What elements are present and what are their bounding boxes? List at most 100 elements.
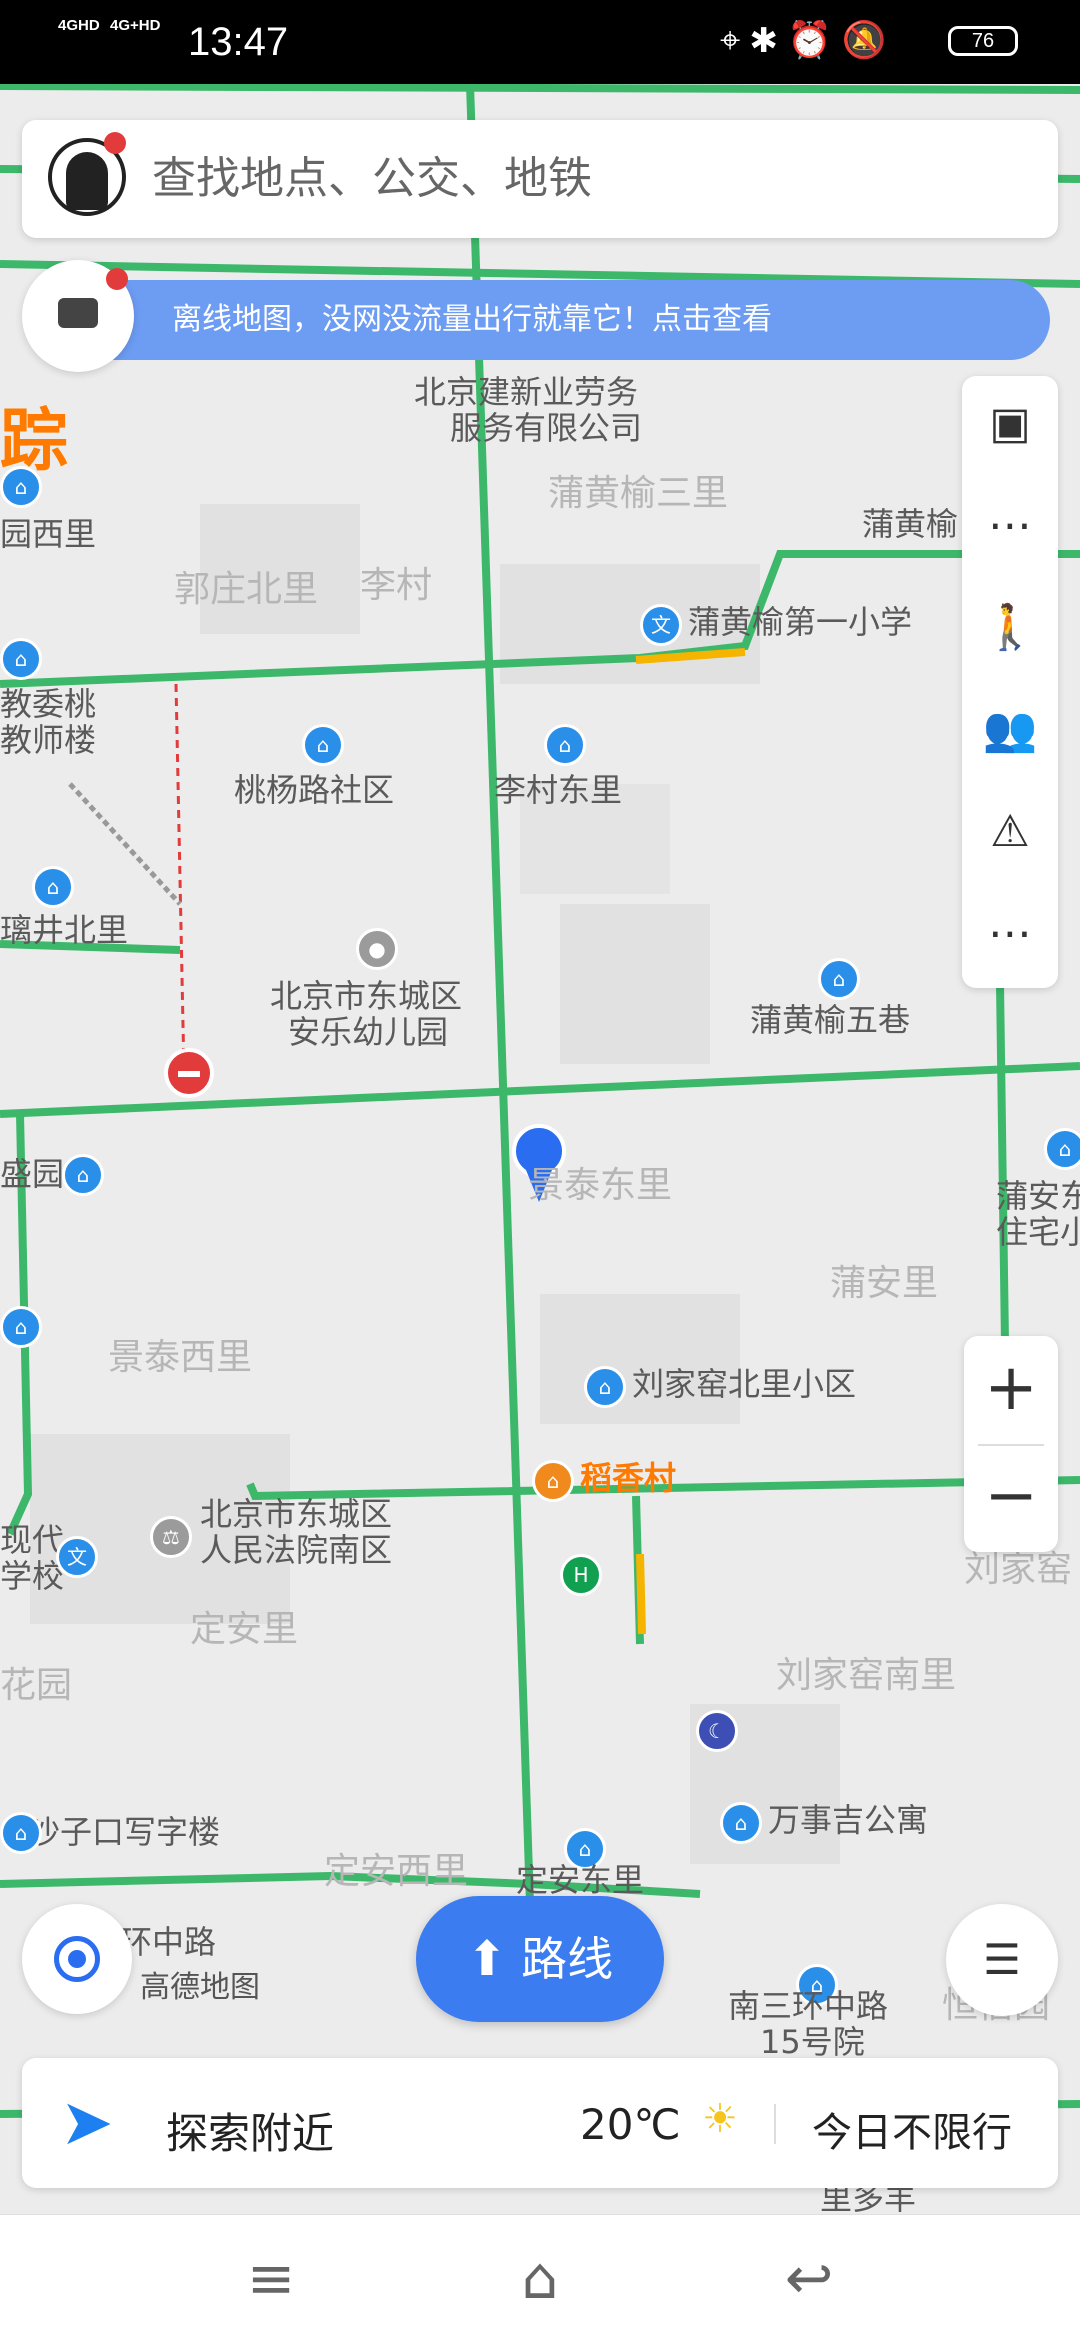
school-icon[interactable]: 文 (56, 1536, 98, 1578)
sun-icon: ☀ (702, 2096, 738, 2142)
residential-icon[interactable]: ⌂ (544, 724, 586, 766)
map-label: 刘家窑北里小区 (632, 1365, 857, 1403)
traffic-icon[interactable]: ⋯ (962, 478, 1058, 574)
residential-icon[interactable]: ⌂ (0, 1306, 42, 1348)
map-label: 蒲黄榆三里 (548, 473, 729, 514)
map-label: 景泰西里 (108, 1337, 253, 1378)
kindergarten-icon[interactable]: ● (356, 928, 398, 970)
zoom-in-button[interactable]: + (964, 1336, 1058, 1444)
system-nav-bar: ≡ ⌂ ↩ (0, 2214, 1080, 2341)
feedback-icon[interactable]: ⚠ (962, 784, 1058, 880)
map-label: 蒲黄榆 (862, 505, 959, 543)
map-label: 璃井北里 (0, 911, 129, 949)
map-label: 北京建新业劳务 (414, 373, 639, 411)
residential-icon[interactable]: ⌂ (62, 1154, 104, 1196)
bottom-bar: ➤ 探索附近 20℃ ☀ 今日不限行 (22, 2058, 1058, 2188)
locate-icon-core (68, 1950, 86, 1968)
layers-icon[interactable]: ▣ (962, 376, 1058, 472)
map-label: 沙子口写字楼 (28, 1813, 221, 1851)
map-label: 南三环中路 (728, 1987, 889, 2025)
signal-label-1: 4GHD (58, 17, 100, 34)
map-label: 住宅小 (996, 1213, 1080, 1251)
list-view-button[interactable]: ☰ (946, 1904, 1058, 2016)
map-label: 园西里 (0, 515, 97, 553)
group-travel-icon[interactable]: 👥 (962, 682, 1058, 778)
brand-name: 高德地图 (140, 1971, 260, 2004)
brand-logo: 高德地图 (140, 1962, 260, 2006)
map-label: 刘家窑 (964, 1549, 1073, 1590)
search-input[interactable]: 查找地点、公交、地铁 (152, 152, 592, 206)
arrow-up-icon: ⬆ (466, 1931, 508, 1987)
no-entry-icon (164, 1048, 214, 1098)
map-label: 服务有限公司 (450, 409, 643, 447)
map-label: 刘家窑南里 (776, 1655, 957, 1696)
map-label: 教师楼 (0, 721, 97, 759)
map-label: 稻香村 (580, 1459, 677, 1497)
residential-icon[interactable]: ⌂ (584, 1366, 626, 1408)
more-icon[interactable]: ⋯ (962, 886, 1058, 982)
signal-indicator: 4GHD (58, 18, 100, 33)
status-time: 13:47 (188, 20, 289, 64)
search-bar[interactable]: 查找地点、公交、地铁 (22, 120, 1058, 238)
back-icon[interactable]: ↩ (774, 2243, 844, 2313)
hotel-night-icon[interactable]: ☾ (696, 1710, 738, 1752)
school-icon[interactable]: 文 (640, 604, 682, 646)
map-label: 安乐幼儿园 (288, 1013, 449, 1051)
map-label: 景泰东里 (528, 1165, 673, 1206)
menu-icon[interactable]: ≡ (236, 2243, 306, 2313)
map-canvas[interactable]: 踪 北京建新业劳务 服务有限公司 蒲黄榆三里 蒲黄榆 郭庄北里 李村 文 蒲黄榆… (0, 84, 1080, 2214)
map-label: 蒲安东 (996, 1177, 1080, 1215)
map-label: 北京市东城区 (200, 1495, 393, 1533)
map-label: 定安东里 (516, 1861, 645, 1899)
notification-dot (106, 268, 128, 290)
map-label: 蒲黄榆第一小学 (688, 603, 913, 641)
court-icon[interactable]: ⚖ (150, 1516, 192, 1558)
residential-icon[interactable]: ⌂ (32, 866, 74, 908)
paper-plane-icon[interactable]: ➤ (60, 2088, 114, 2158)
zoom-out-button[interactable]: − (964, 1444, 1058, 1552)
signal-indicator-2: 4G+HD (110, 18, 160, 33)
temperature[interactable]: 20℃ (580, 2100, 681, 2149)
home-icon[interactable]: ⌂ (505, 2243, 575, 2313)
map-label: 学校 (0, 1557, 65, 1595)
notification-dot (104, 132, 126, 154)
route-label: 路线 (521, 1932, 614, 1986)
map-label: 定安西里 (324, 1851, 469, 1892)
map-label: 北京市东城区 (270, 977, 463, 1015)
map-label: 郭庄北里 (174, 569, 319, 610)
explore-nearby-button[interactable]: 探索附近 (166, 2100, 334, 2161)
traffic-limit[interactable]: 今日不限行 (812, 2100, 1012, 2158)
residential-icon[interactable]: ⌂ (0, 1812, 42, 1854)
map-label: 教委桃 (0, 685, 97, 723)
map-label: 万事吉公寓 (768, 1801, 929, 1839)
residential-icon[interactable]: ⌂ (1044, 1128, 1080, 1170)
offline-map-banner[interactable]: 离线地图，没网没流量出行就靠它！点击查看 (110, 280, 1050, 360)
map-label: 李村东里 (494, 771, 623, 809)
map-label: 李村 (360, 565, 433, 606)
bakery-icon[interactable]: ⌂ (532, 1460, 574, 1502)
residential-icon[interactable]: ⌂ (0, 638, 42, 680)
map-label: 蒲安里 (830, 1263, 939, 1304)
residential-icon[interactable]: ⌂ (720, 1802, 762, 1844)
map-label: 蒲黄榆五巷 (750, 1001, 911, 1039)
residential-icon[interactable]: ⌂ (818, 958, 860, 1000)
hotel-icon[interactable]: H (560, 1554, 602, 1596)
route-button[interactable]: ⬆ 路线 (416, 1896, 664, 2022)
map-label: 定安里 (190, 1609, 299, 1650)
walking-guide-icon[interactable]: 🚶 (962, 580, 1058, 676)
battery-indicator: 76 (948, 26, 1018, 56)
message-icon (58, 298, 98, 328)
map-toolbar: ▣ ⋯ 🚶 👥 ⚠ ⋯ (962, 376, 1058, 988)
signal-label-2: 4G+HD (110, 17, 161, 34)
map-label: 人民法院南区 (200, 1531, 393, 1569)
locate-button[interactable] (22, 1904, 132, 2014)
map-label: 花园 (0, 1665, 73, 1706)
status-icons: ⌖ ✱ ⏰ 🔕 (720, 19, 887, 60)
message-button[interactable] (22, 260, 134, 372)
map-label: 15号院 (760, 2023, 865, 2061)
residential-icon[interactable]: ⌂ (302, 724, 344, 766)
residential-icon[interactable]: ⌂ (0, 466, 42, 508)
divider (774, 2104, 776, 2144)
map-label: 盛园 (0, 1155, 65, 1193)
map-label: 现代 (0, 1521, 65, 1559)
